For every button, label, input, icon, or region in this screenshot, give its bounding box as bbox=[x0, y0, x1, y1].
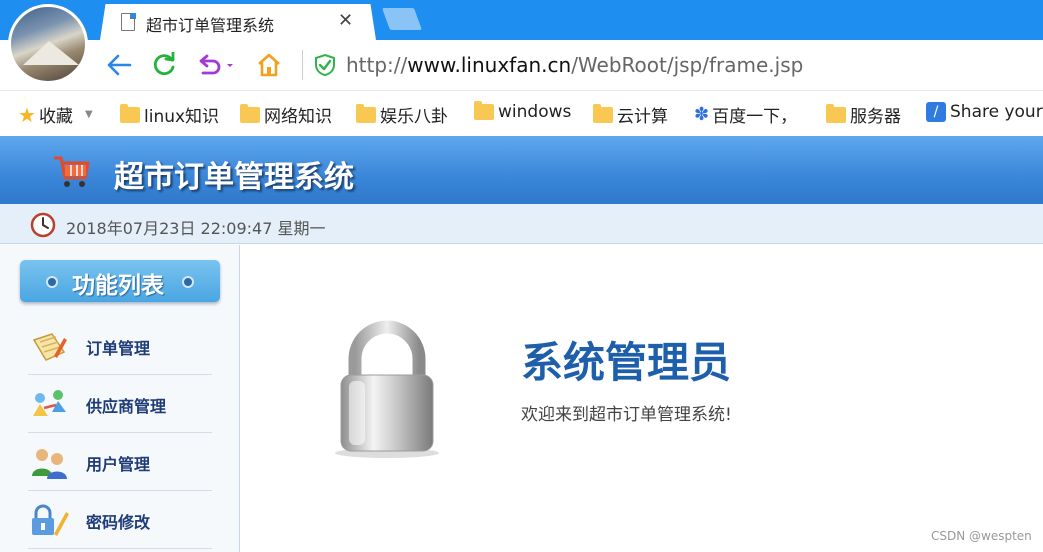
new-tab-button[interactable] bbox=[381, 8, 423, 30]
pen-icon: / bbox=[926, 102, 946, 122]
home-icon[interactable] bbox=[254, 50, 284, 80]
refresh-icon[interactable] bbox=[149, 50, 179, 80]
address-bar-row: http://www.linuxfan.cn/WebRoot/jsp/frame… bbox=[0, 40, 1043, 90]
folder-icon bbox=[593, 103, 613, 123]
address-separator bbox=[302, 50, 303, 80]
supplier-icon bbox=[30, 388, 70, 422]
favorites-menu[interactable]: ★ 收藏 ▼ bbox=[18, 102, 93, 128]
back-icon[interactable] bbox=[104, 50, 134, 80]
star-icon: ★ bbox=[18, 102, 36, 127]
folder-icon bbox=[120, 103, 140, 123]
page-icon bbox=[121, 12, 136, 31]
shopping-cart-icon bbox=[52, 154, 92, 194]
browser-tab-strip: 超市订单管理系统 ✕ bbox=[0, 0, 1043, 40]
date-bar: 2018年07月23日 22:09:47 星期一 bbox=[0, 204, 1043, 244]
bookmark-share[interactable]: / Share your bbox=[926, 102, 1043, 122]
sidebar-item-users[interactable]: 用户管理 bbox=[28, 433, 212, 491]
main-content: 系统管理员 欢迎来到超市订单管理系统! CSDN @wespten bbox=[241, 245, 1043, 552]
lock-icon bbox=[329, 319, 445, 463]
folder-icon bbox=[356, 103, 376, 123]
folder-icon bbox=[474, 101, 494, 120]
folder-icon bbox=[826, 103, 846, 123]
bullet-icon bbox=[46, 276, 58, 288]
bookmark-cloud[interactable]: 云计算 bbox=[593, 102, 668, 127]
bullet-icon bbox=[182, 276, 194, 288]
app-header: 超市订单管理系统 bbox=[0, 136, 1043, 204]
folder-icon bbox=[240, 103, 260, 123]
bookmark-windows[interactable]: windows bbox=[474, 101, 571, 122]
users-icon bbox=[30, 446, 70, 480]
sidebar: 功能列表 订单管理 供应商管理 用户管理 密码修改 bbox=[0, 245, 240, 552]
bookmark-baidu[interactable]: ✽ 百度一下， bbox=[694, 102, 797, 127]
bookmark-servers[interactable]: 服务器 bbox=[826, 102, 901, 127]
bookmark-network[interactable]: 网络知识 bbox=[240, 102, 332, 127]
role-title: 系统管理员 bbox=[521, 338, 732, 387]
bookmarks-bar: ★ 收藏 ▼ linux知识 网络知识 娱乐八卦 windows 云计算 ✽ 百度… bbox=[0, 90, 1043, 136]
welcome-message: 欢迎来到超市订单管理系统! bbox=[521, 405, 732, 425]
undo-icon[interactable] bbox=[194, 50, 240, 80]
sidebar-item-orders[interactable]: 订单管理 bbox=[28, 317, 212, 375]
password-icon bbox=[30, 504, 70, 538]
url-input[interactable]: http://www.linuxfan.cn/WebRoot/jsp/frame… bbox=[346, 53, 803, 77]
baidu-paw-icon: ✽ bbox=[694, 104, 710, 125]
current-datetime: 2018年07月23日 22:09:47 星期一 bbox=[66, 219, 326, 238]
app-title: 超市订单管理系统 bbox=[114, 160, 354, 195]
tab-close-button[interactable]: ✕ bbox=[338, 10, 353, 31]
tab-title: 超市订单管理系统 bbox=[146, 16, 275, 35]
security-shield-icon[interactable] bbox=[310, 50, 340, 80]
bookmark-entertainment[interactable]: 娱乐八卦 bbox=[356, 102, 448, 127]
sidebar-item-suppliers[interactable]: 供应商管理 bbox=[28, 375, 212, 433]
clock-icon bbox=[30, 212, 56, 242]
sidebar-item-password[interactable]: 密码修改 bbox=[28, 491, 212, 549]
user-avatar[interactable] bbox=[8, 4, 88, 84]
order-icon bbox=[30, 330, 70, 364]
browser-tab[interactable]: 超市订单管理系统 ✕ bbox=[100, 4, 376, 40]
watermark: CSDN @wespten bbox=[931, 529, 1032, 543]
function-list-header: 功能列表 bbox=[20, 260, 220, 302]
chevron-down-icon: ▼ bbox=[84, 109, 93, 120]
bookmark-linux[interactable]: linux知识 bbox=[120, 102, 219, 127]
